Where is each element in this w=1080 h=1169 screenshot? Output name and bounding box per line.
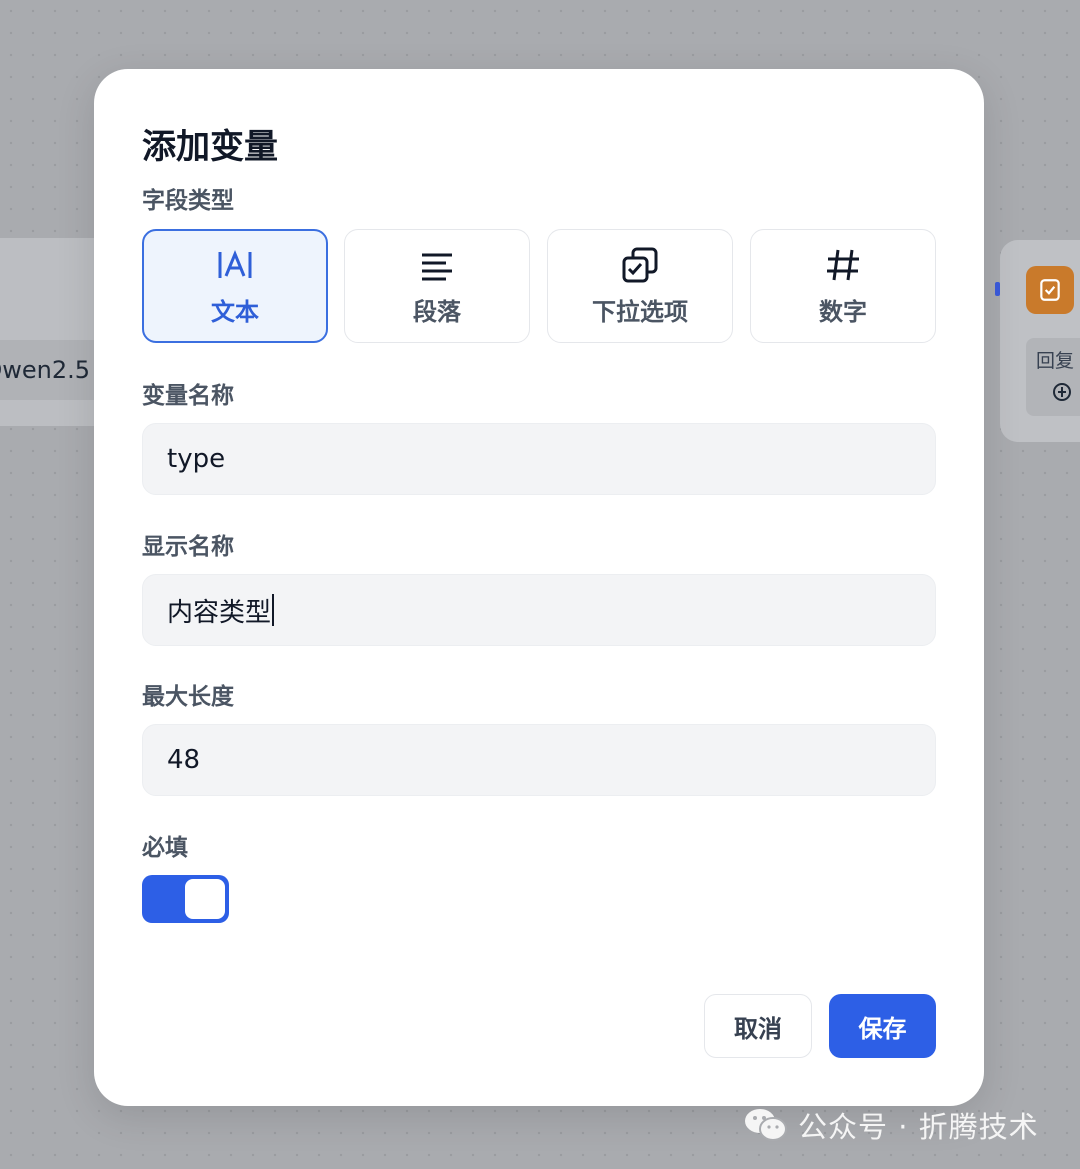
field-type-number-option[interactable]: 数字 — [750, 229, 936, 343]
max-length-input[interactable]: 48 — [142, 724, 936, 796]
text-caret — [272, 594, 275, 626]
variable-name-input[interactable]: type — [142, 423, 936, 495]
field-type-dropdown-label: 下拉选项 — [592, 297, 688, 326]
field-type-text-option[interactable]: 文本 — [142, 229, 328, 343]
required-label: 必填 — [142, 835, 188, 861]
display-name-input[interactable]: 内容类型 — [142, 574, 936, 646]
field-type-dropdown-option[interactable]: 下拉选项 — [547, 229, 733, 343]
toggle-knob — [185, 879, 225, 919]
max-length-value: 48 — [167, 745, 201, 775]
watermark-text: 公众号 · 折腾技术 — [798, 1110, 1039, 1144]
field-type-label: 字段类型 — [142, 188, 234, 214]
field-type-paragraph-option[interactable]: 段落 — [344, 229, 530, 343]
display-name-label: 显示名称 — [142, 534, 234, 560]
shield-check-icon — [1040, 279, 1060, 301]
reply-node-label: 回复 — [1036, 350, 1075, 372]
dropdown-options-icon — [621, 246, 659, 284]
hash-icon — [824, 246, 862, 284]
cancel-button[interactable]: 取消 — [704, 994, 812, 1058]
reply-node-icon — [1026, 266, 1074, 314]
variable-name-value: type — [167, 444, 226, 474]
dialog-title: 添加变量 — [142, 127, 278, 167]
field-type-text-label: 文本 — [211, 297, 259, 326]
info-circle-icon — [1053, 383, 1071, 401]
text-type-icon — [216, 246, 254, 284]
required-toggle[interactable] — [142, 875, 229, 923]
field-type-paragraph-label: 段落 — [413, 297, 461, 326]
variable-name-label: 变量名称 — [142, 383, 234, 409]
wechat-icon — [745, 1109, 787, 1141]
display-name-value: 内容类型 — [167, 597, 272, 628]
max-length-label: 最大长度 — [142, 684, 234, 710]
connector-handle — [995, 282, 1000, 296]
paragraph-icon — [418, 246, 456, 284]
field-type-number-label: 数字 — [819, 297, 867, 326]
model-chip-label: Qwen2.5 — [0, 356, 90, 384]
add-variable-dialog: 添加变量 字段类型 文本 段落 下拉选项 数字 变量名称 type 显示名称 内… — [94, 69, 984, 1106]
watermark: 公众号 · 折腾技术 — [744, 1104, 1039, 1146]
save-button[interactable]: 保存 — [829, 994, 936, 1058]
